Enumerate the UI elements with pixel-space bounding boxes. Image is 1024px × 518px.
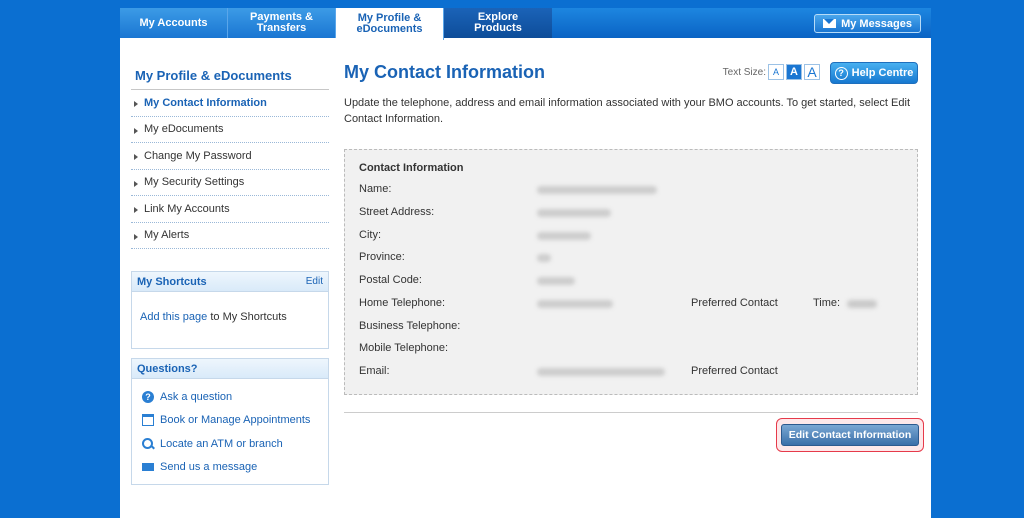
- arrow-right-icon: [134, 101, 138, 107]
- preferred-contact-label: Preferred Contact: [691, 365, 778, 377]
- calendar-icon: [142, 414, 154, 427]
- book-appointments-link[interactable]: Book or Manage Appointments: [132, 409, 328, 433]
- questions-list: ? Ask a question Book or Manage Appointm…: [132, 379, 328, 479]
- ask-question-link[interactable]: ? Ask a question: [132, 385, 328, 409]
- sidebar-item-my-alerts[interactable]: My Alerts: [131, 223, 329, 249]
- text-size-medium-button[interactable]: A: [786, 64, 802, 80]
- tab-payments-transfers[interactable]: Payments & Transfers: [228, 8, 336, 38]
- tab-explore-products[interactable]: Explore Products: [444, 8, 552, 38]
- help-centre-button[interactable]: ? Help Centre: [830, 62, 918, 84]
- arrow-right-icon: [134, 233, 138, 240]
- tab-my-profile-edocuments[interactable]: My Profile & eDocuments: [336, 8, 444, 40]
- content-divider: [344, 412, 918, 413]
- my-messages-button[interactable]: My Messages: [814, 14, 921, 33]
- arrow-right-icon: [134, 127, 138, 134]
- arrow-right-icon: [134, 154, 138, 160]
- sidebar-title: My Profile & eDocuments: [131, 66, 329, 90]
- main-content: My Contact Information Text Size: A A A …: [344, 62, 924, 452]
- sidebar-item-change-password[interactable]: Change My Password: [131, 143, 329, 170]
- contact-info-heading: Contact Information: [359, 162, 464, 174]
- redacted-value: [537, 277, 575, 285]
- contact-row-home-phone: Home Telephone: Preferred Contact Time:: [359, 297, 919, 311]
- questions-title: Questions?: [137, 362, 198, 375]
- questions-box: Questions? ? Ask a question Book or Mana…: [131, 358, 329, 485]
- arrow-right-icon: [134, 207, 138, 213]
- redacted-value: [537, 368, 665, 376]
- my-messages-label: My Messages: [841, 17, 912, 30]
- main-frame: My Accounts Payments & Transfers My Profi…: [120, 8, 931, 518]
- preferred-contact-label: Preferred Contact: [691, 297, 778, 309]
- mail-icon: [142, 463, 154, 472]
- edit-contact-information-button[interactable]: Edit Contact Information: [781, 424, 919, 446]
- redacted-value: [537, 300, 613, 308]
- redacted-value: [537, 232, 591, 240]
- sidebar-item-link-accounts[interactable]: Link My Accounts: [131, 196, 329, 223]
- add-shortcut-link[interactable]: Add this page: [140, 311, 207, 323]
- arrow-right-icon: [134, 180, 138, 187]
- envelope-icon: [823, 19, 837, 28]
- sidebar: My Profile & eDocuments My Contact Infor…: [131, 66, 329, 249]
- edit-button-highlight: Edit Contact Information: [776, 418, 924, 452]
- add-shortcut-text: to My Shortcuts: [207, 311, 287, 323]
- shortcuts-title: My Shortcuts: [137, 275, 207, 288]
- shortcuts-edit-link[interactable]: Edit: [306, 276, 323, 287]
- shortcuts-body: Add this page to My Shortcuts: [132, 292, 328, 323]
- text-size-control: Text Size: A A A: [723, 64, 820, 80]
- top-nav: My Accounts Payments & Transfers My Profi…: [120, 8, 931, 40]
- intro-text: Update the telephone, address and email …: [344, 97, 911, 125]
- contact-info-panel: Contact Information Name: Street Address…: [344, 149, 918, 395]
- tab-my-accounts[interactable]: My Accounts: [120, 8, 228, 38]
- questions-header: Questions?: [132, 359, 328, 379]
- magnifier-icon: [142, 437, 154, 450]
- redacted-value: [537, 254, 551, 262]
- redacted-value: [537, 186, 657, 194]
- send-message-link[interactable]: Send us a message: [132, 456, 328, 480]
- question-icon: ?: [834, 66, 848, 80]
- text-size-small-button[interactable]: A: [768, 64, 784, 80]
- text-size-label: Text Size:: [722, 66, 766, 78]
- shortcuts-box: My Shortcuts Edit Add this page to My Sh…: [131, 271, 329, 349]
- help-icon: ?: [142, 390, 154, 403]
- shortcuts-header: My Shortcuts Edit: [132, 272, 328, 292]
- locate-atm-link[interactable]: Locate an ATM or branch: [132, 432, 328, 456]
- sidebar-item-my-contact-information[interactable]: My Contact Information: [131, 90, 329, 117]
- redacted-value: [847, 300, 877, 308]
- sidebar-item-my-edocuments[interactable]: My eDocuments: [131, 117, 329, 143]
- time-label: Time:: [813, 297, 841, 309]
- sidebar-item-security-settings[interactable]: My Security Settings: [131, 170, 329, 196]
- contact-row-email: Email: Preferred Contact: [359, 365, 778, 377]
- text-size-large-button[interactable]: A: [804, 64, 820, 80]
- redacted-value: [537, 209, 611, 217]
